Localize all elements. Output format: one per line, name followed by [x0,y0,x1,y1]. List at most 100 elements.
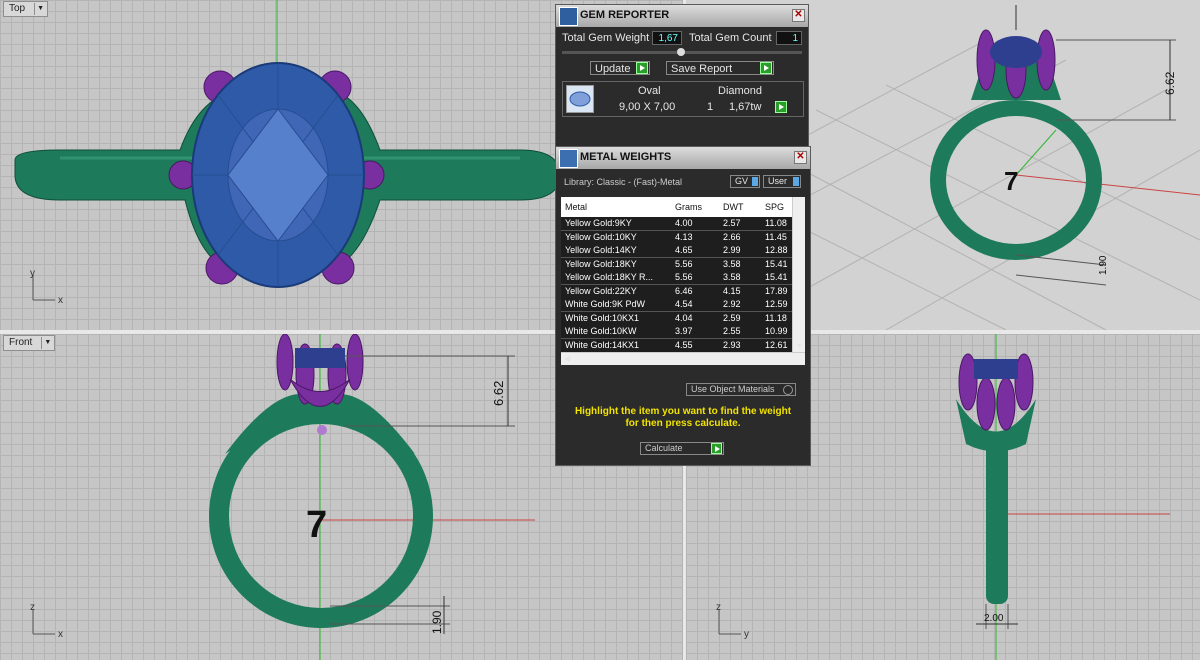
toggle-icon [793,177,799,186]
update-button[interactable]: Update [590,61,650,75]
metal-weights-icon [559,149,578,168]
oval-gem-icon [566,85,594,113]
table-cell: 4.54 [675,299,693,309]
close-icon[interactable]: ✕ [794,151,807,164]
table-cell: 15.41 [765,272,788,282]
gem-shape: Oval [638,85,661,97]
column-header[interactable]: Metal [565,202,587,212]
table-row[interactable]: Yellow Gold:10KY 4.13 2.66 11.45 [561,230,805,245]
calculate-button[interactable]: Calculate [640,442,724,455]
chevron-down-icon[interactable]: ▼ [41,337,53,349]
dim-height: 6.62 [491,381,506,406]
table-header: Metal Grams DWT SPG [561,197,805,217]
column-header[interactable]: Grams [675,202,702,212]
user-label: User [768,176,788,186]
table-cell: 6.46 [675,285,693,296]
panel-title: METAL WEIGHTS [580,151,672,163]
oval-gem [295,348,345,368]
table-cell: 12.61 [765,339,788,350]
play-icon[interactable] [775,101,787,113]
oval-gem [974,359,1018,379]
table-row[interactable]: White Gold:10KW 3.97 2.55 10.99 [561,325,805,339]
dim-width: 2.00 [984,613,1004,624]
table-cell: 2.93 [723,339,741,350]
toggle-icon [752,177,758,186]
dim-band: 1.90 [430,610,444,634]
gem-reporter-icon [559,7,578,26]
gv-button[interactable]: GV [730,175,760,188]
close-icon[interactable]: ✕ [792,9,805,22]
table-row[interactable]: White Gold:10KX1 4.04 2.59 11.18 [561,311,805,326]
table-cell: 4.15 [723,285,741,296]
metal-weights-titlebar[interactable]: METAL WEIGHTS ✕ [556,147,810,169]
axis-label: x [58,295,63,306]
gem-size: 9,00 X 7,00 [619,101,676,113]
use-object-materials-toggle[interactable]: Use Object Materials [686,383,796,396]
axis-label: x [58,629,63,640]
save-report-label: Save Report [671,63,733,75]
column-header[interactable]: DWT [723,202,744,212]
table-cell: 2.57 [723,218,741,228]
table-cell: 2.59 [723,312,741,323]
slider-handle[interactable] [677,48,685,56]
total-gem-count-value: 1 [776,31,802,45]
axis-label: z [716,602,721,613]
table-row[interactable]: Yellow Gold:18KY R... 5.56 3.58 15.41 [561,271,805,285]
viewport-title: Front [9,337,33,348]
table-cell: 2.55 [723,326,741,336]
table-cell: 4.04 [675,312,693,323]
axis-label: z [30,602,35,613]
gem-weight: 1,67tw [729,101,762,113]
chevron-down-icon[interactable]: ▼ [34,3,46,15]
table-cell: White Gold:9K PdW [565,299,646,309]
table-cell: Yellow Gold:18KY R... [565,272,654,282]
table-cell: Yellow Gold:18KY [565,258,637,269]
gem-qty: 1 [707,101,714,113]
play-icon [636,62,648,74]
table-cell: White Gold:10KX1 [565,312,640,323]
table-row[interactable]: White Gold:14KX1 4.55 2.93 12.61 [561,338,805,353]
update-label: Update [595,63,631,75]
table-cell: 3.58 [723,258,741,269]
metal-table[interactable]: Metal Grams DWT SPG Yellow Gold:9KY 4.00 2… [561,197,805,365]
table-cell: White Gold:10KW [565,326,637,336]
gem-material: Diamond [718,85,763,97]
gem-list-row[interactable]: Oval Diamond 9,00 X 7,00 1 1,67tw [562,81,804,117]
ring-size-label: 7 [306,504,327,546]
table-row[interactable]: Yellow Gold:14KY 4.65 2.99 12.88 [561,244,805,258]
user-button[interactable]: User [763,175,801,188]
table-cell: Yellow Gold:14KY [565,245,637,255]
viewport-label-front[interactable]: Front ▼ [3,335,56,351]
gem-reporter-panel: GEM REPORTER ✕ Total Gem Weight 1,67 Tot… [555,4,809,150]
horizontal-scrollbar[interactable]: ◀ [561,352,805,365]
viewport-label-top[interactable]: Top ▼ [3,1,49,17]
table-cell: 11.08 [765,218,787,228]
table-row[interactable]: White Gold:9K PdW 4.54 2.92 12.59 [561,298,805,312]
metal-weights-panel: METAL WEIGHTS ✕ Library: Classic - (Fast… [555,146,811,466]
table-cell: 12.59 [765,299,788,309]
ring-shank [986,434,1008,604]
dim-height: 6.62 [1163,71,1177,95]
dim-band: 1.90 [1098,255,1109,275]
table-cell: White Gold:14KX1 [565,339,640,350]
table-row[interactable]: Yellow Gold:18KY 5.56 3.58 15.41 [561,257,805,272]
table-cell: 2.99 [723,245,741,255]
save-report-button[interactable]: Save Report [666,61,774,75]
table-cell: Yellow Gold:22KY [565,285,637,296]
ring-size-label: 7 [1004,166,1018,196]
library-label: Library: Classic - (Fast)-Metal [564,177,683,187]
axis-label: y [744,629,749,640]
table-row[interactable]: Yellow Gold:22KY 6.46 4.15 17.89 [561,284,805,299]
use-object-materials-label: Use Object Materials [691,384,775,394]
play-icon [711,443,722,454]
table-cell: Yellow Gold:10KY [565,231,637,242]
panel-title: GEM REPORTER [580,9,670,21]
total-gem-weight-value: 1,67 [652,31,682,45]
table-cell: Yellow Gold:9KY [565,218,632,228]
gem-reporter-titlebar[interactable]: GEM REPORTER ✕ [556,5,808,27]
vertical-scrollbar[interactable]: ▼ [792,197,805,352]
column-header[interactable]: SPG [765,202,784,212]
table-row[interactable]: Yellow Gold:9KY 4.00 2.57 11.08 [561,217,805,231]
table-cell: 15.41 [765,258,788,269]
table-cell: 4.13 [675,231,693,242]
